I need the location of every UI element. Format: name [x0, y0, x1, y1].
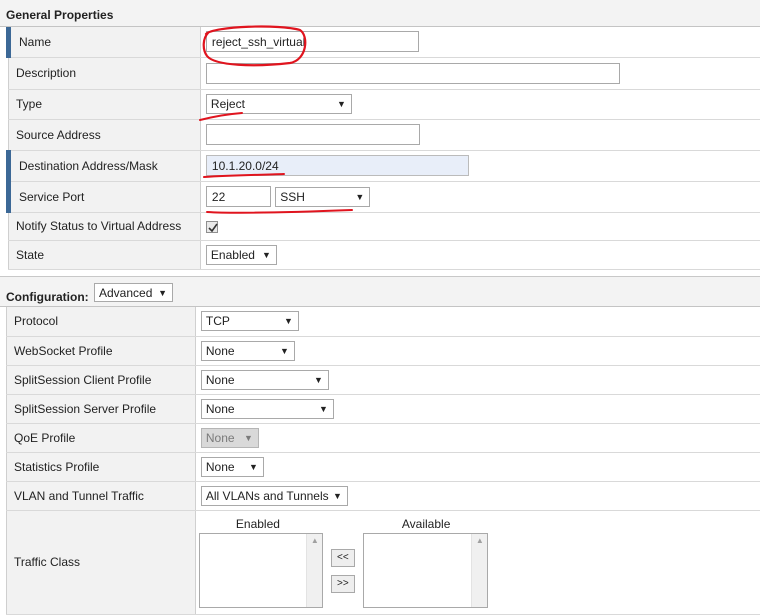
available-list-header: Available	[402, 517, 450, 531]
enabled-scrollbar[interactable]: ▲	[306, 534, 322, 607]
qoe-label: QoE Profile	[7, 423, 196, 452]
protocol-label: Protocol	[7, 307, 196, 336]
configuration-mode-value: Advanced	[99, 286, 152, 300]
name-label: Name	[9, 27, 201, 57]
state-select[interactable]: Enabled ▼	[206, 245, 277, 265]
general-properties-table: Name Description Type Reject ▼ Source Ad…	[6, 27, 760, 270]
chevron-down-icon: ▼	[280, 342, 289, 360]
ss-server-select[interactable]: None ▼	[201, 399, 334, 419]
notify-checkbox[interactable]	[206, 221, 218, 233]
websocket-label: WebSocket Profile	[7, 336, 196, 365]
state-row: State Enabled ▼	[9, 240, 760, 269]
qoe-select-value: None	[206, 431, 235, 445]
service-port-select-value: SSH	[280, 190, 305, 204]
destination-row: Destination Address/Mask	[9, 150, 760, 181]
vlan-label: VLAN and Tunnel Traffic	[7, 481, 196, 510]
state-label: State	[9, 240, 201, 269]
chevron-down-icon: ▼	[284, 312, 293, 330]
vlan-row: VLAN and Tunnel Traffic All VLANs and Tu…	[7, 481, 760, 510]
vlan-select[interactable]: All VLANs and Tunnels ▼	[201, 486, 348, 506]
chevron-down-icon: ▼	[262, 246, 271, 264]
destination-input[interactable]	[206, 155, 469, 176]
type-row: Type Reject ▼	[9, 89, 760, 119]
service-port-label: Service Port	[9, 181, 201, 212]
protocol-select-value: TCP	[206, 314, 230, 328]
scroll-up-icon[interactable]: ▲	[311, 536, 319, 545]
chevron-down-icon: ▼	[355, 188, 364, 206]
websocket-row: WebSocket Profile None ▼	[7, 336, 760, 365]
checkmark-icon	[207, 222, 219, 234]
qoe-row: QoE Profile None ▼	[7, 423, 760, 452]
general-properties-header: General Properties	[0, 0, 760, 27]
notify-label: Notify Status to Virtual Address	[9, 212, 201, 240]
enabled-listbox[interactable]: ▲	[199, 533, 323, 608]
available-scrollbar[interactable]: ▲	[471, 534, 487, 607]
state-select-value: Enabled	[211, 248, 255, 262]
type-select[interactable]: Reject ▼	[206, 94, 352, 114]
protocol-row: Protocol TCP ▼	[7, 307, 760, 336]
name-row: Name	[9, 27, 760, 57]
configuration-header: Configuration: Advanced ▼	[0, 276, 760, 307]
description-label: Description	[9, 57, 201, 89]
description-input[interactable]	[206, 63, 620, 84]
type-select-value: Reject	[211, 97, 245, 111]
ss-client-select[interactable]: None ▼	[201, 370, 329, 390]
traffic-class-row: Traffic Class Enabled ▲ << >> Available …	[7, 510, 760, 614]
ss-server-label: SplitSession Server Profile	[7, 394, 196, 423]
move-right-button[interactable]: >>	[331, 575, 355, 593]
configuration-table: Protocol TCP ▼ WebSocket Profile None ▼ …	[6, 307, 760, 615]
chevron-down-icon: ▼	[158, 284, 167, 302]
chevron-down-icon: ▼	[333, 487, 342, 505]
statistics-label: Statistics Profile	[7, 452, 196, 481]
name-input[interactable]	[206, 31, 419, 52]
chevron-down-icon: ▼	[249, 458, 258, 476]
service-port-input[interactable]	[206, 186, 271, 207]
chevron-down-icon: ▼	[337, 95, 346, 113]
traffic-class-label: Traffic Class	[7, 510, 196, 614]
ss-client-select-value: None	[206, 373, 235, 387]
enabled-list-header: Enabled	[236, 517, 280, 531]
type-label: Type	[9, 89, 201, 119]
chevron-down-icon: ▼	[319, 400, 328, 418]
scroll-up-icon[interactable]: ▲	[476, 536, 484, 545]
qoe-select: None ▼	[201, 428, 259, 448]
destination-label: Destination Address/Mask	[9, 150, 201, 181]
websocket-select-value: None	[206, 344, 235, 358]
vlan-select-value: All VLANs and Tunnels	[206, 489, 329, 503]
traffic-class-cell: Enabled ▲ << >> Available ▲	[195, 510, 760, 614]
statistics-select[interactable]: None ▼	[201, 457, 264, 477]
ss-server-select-value: None	[206, 402, 235, 416]
source-address-row: Source Address	[9, 119, 760, 150]
ss-client-label: SplitSession Client Profile	[7, 365, 196, 394]
ss-client-row: SplitSession Client Profile None ▼	[7, 365, 760, 394]
websocket-select[interactable]: None ▼	[201, 341, 295, 361]
description-row: Description	[9, 57, 760, 89]
protocol-select[interactable]: TCP ▼	[201, 311, 299, 331]
available-listbox[interactable]: ▲	[363, 533, 488, 608]
chevron-down-icon: ▼	[314, 371, 323, 389]
source-address-label: Source Address	[9, 119, 201, 150]
service-port-row: Service Port SSH ▼	[9, 181, 760, 212]
notify-row: Notify Status to Virtual Address	[9, 212, 760, 240]
ss-server-row: SplitSession Server Profile None ▼	[7, 394, 760, 423]
source-address-input[interactable]	[206, 124, 420, 145]
service-port-select[interactable]: SSH ▼	[275, 187, 370, 207]
general-properties-title: General Properties	[6, 8, 113, 22]
configuration-mode-select[interactable]: Advanced ▼	[94, 283, 173, 302]
statistics-row: Statistics Profile None ▼	[7, 452, 760, 481]
statistics-select-value: None	[206, 460, 235, 474]
move-left-button[interactable]: <<	[331, 549, 355, 567]
chevron-down-icon: ▼	[244, 429, 253, 447]
configuration-title: Configuration:	[6, 290, 89, 304]
